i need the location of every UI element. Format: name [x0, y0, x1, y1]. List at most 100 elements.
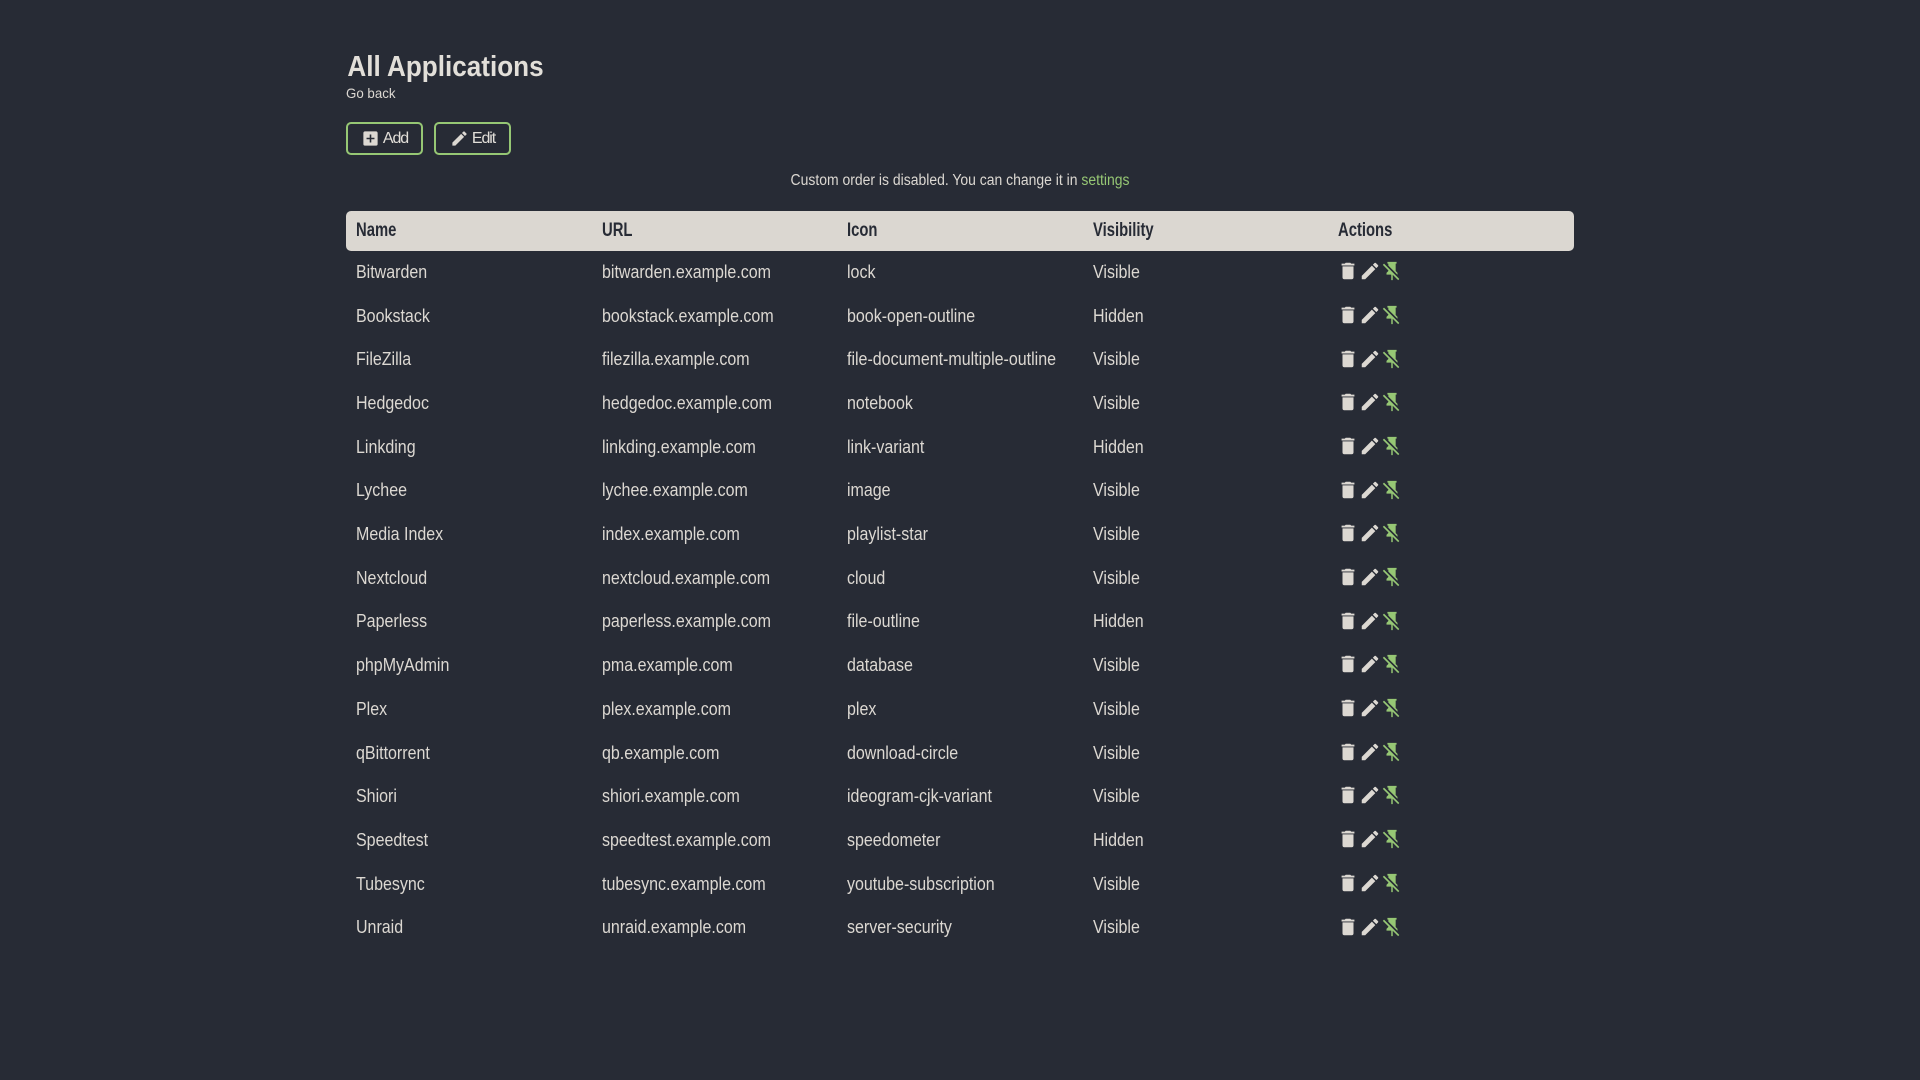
cell-visibility: Hidden [1083, 819, 1329, 863]
settings-page: All Applications Go back Add Edit Custom… [346, 0, 1574, 950]
unpin-icon[interactable] [1381, 522, 1403, 544]
unpin-icon[interactable] [1381, 610, 1403, 632]
column-header-actions-label: Actions [1338, 220, 1393, 242]
edit-icon[interactable] [1359, 348, 1381, 370]
edit-icon[interactable] [1359, 784, 1381, 806]
unpin-icon[interactable] [1381, 304, 1403, 326]
unpin-icon[interactable] [1381, 872, 1403, 894]
edit-icon[interactable] [1359, 653, 1381, 675]
cell-actions [1328, 295, 1574, 339]
cell-name: Bitwarden [346, 251, 592, 295]
edit-icon[interactable] [1359, 916, 1381, 938]
cell-url-text: unraid.example.com [601, 916, 746, 938]
delete-icon[interactable] [1337, 653, 1359, 675]
cell-name-text: Hedgedoc [356, 392, 429, 414]
unpin-icon[interactable] [1381, 828, 1403, 850]
row-actions [1328, 260, 1574, 286]
cell-name-text: Speedtest [356, 828, 429, 850]
table-row: Paperless paperless.example.com file-out… [346, 601, 1574, 645]
cell-visibility-text: Hidden [1092, 435, 1144, 457]
cell-icon: book-open-outline [837, 295, 1083, 339]
delete-icon[interactable] [1337, 697, 1359, 719]
delete-icon[interactable] [1337, 260, 1359, 282]
unpin-icon[interactable] [1381, 435, 1403, 457]
table-row: Bitwarden bitwarden.example.com lock Vis… [346, 251, 1574, 295]
pencil-icon [452, 131, 467, 146]
delete-icon[interactable] [1337, 916, 1359, 938]
cell-url-text: pma.example.com [601, 654, 733, 676]
settings-link[interactable]: settings [1081, 172, 1129, 189]
delete-icon[interactable] [1337, 872, 1359, 894]
unpin-icon[interactable] [1381, 916, 1403, 938]
cell-icon: lock [837, 251, 1083, 295]
cell-name-text: FileZilla [356, 348, 412, 370]
delete-icon[interactable] [1337, 610, 1359, 632]
cell-icon-text: link-variant [847, 435, 925, 457]
cell-visibility-text: Visible [1092, 566, 1140, 588]
cell-url: qb.example.com [592, 732, 838, 776]
cell-visibility: Visible [1083, 470, 1329, 514]
unpin-icon[interactable] [1381, 653, 1403, 675]
edit-icon[interactable] [1359, 697, 1381, 719]
delete-icon[interactable] [1337, 348, 1359, 370]
edit-icon[interactable] [1359, 391, 1381, 413]
edit-icon[interactable] [1359, 479, 1381, 501]
cell-icon-text: cloud [847, 566, 886, 588]
cell-icon-text: file-outline [847, 610, 921, 632]
cell-name-text: Bookstack [356, 304, 430, 326]
column-header-visibility-label: Visibility [1092, 220, 1154, 242]
delete-icon[interactable] [1337, 741, 1359, 763]
cell-url-text: nextcloud.example.com [601, 566, 770, 588]
edit-icon[interactable] [1359, 610, 1381, 632]
delete-icon[interactable] [1337, 304, 1359, 326]
table-row: FileZilla filezilla.example.com file-doc… [346, 339, 1574, 383]
edit-icon[interactable] [1359, 435, 1381, 457]
unpin-icon[interactable] [1381, 741, 1403, 763]
cell-actions [1328, 251, 1574, 295]
unpin-icon[interactable] [1381, 348, 1403, 370]
edit-icon[interactable] [1359, 741, 1381, 763]
edit-icon[interactable] [1359, 522, 1381, 544]
delete-icon[interactable] [1337, 435, 1359, 457]
add-button[interactable]: Add [346, 122, 423, 155]
cell-url: shiori.example.com [592, 776, 838, 820]
edit-icon[interactable] [1359, 872, 1381, 894]
edit-icon[interactable] [1359, 304, 1381, 326]
unpin-icon[interactable] [1381, 566, 1403, 588]
edit-icon[interactable] [1359, 566, 1381, 588]
cell-actions [1328, 557, 1574, 601]
cell-url: linkding.example.com [592, 426, 838, 470]
cell-icon: speedometer [837, 819, 1083, 863]
cell-url-text: speedtest.example.com [601, 828, 771, 850]
table-row: Unraid unraid.example.com server-securit… [346, 907, 1574, 951]
unpin-icon[interactable] [1381, 784, 1403, 806]
edit-icon[interactable] [1359, 828, 1381, 850]
go-back-link[interactable]: Go back [346, 85, 396, 101]
cell-visibility: Visible [1083, 863, 1329, 907]
unpin-icon[interactable] [1381, 391, 1403, 413]
custom-order-notice: Custom order is disabled. You can change… [407, 172, 1512, 190]
cell-actions [1328, 645, 1574, 689]
delete-icon[interactable] [1337, 479, 1359, 501]
cell-icon: link-variant [837, 426, 1083, 470]
delete-icon[interactable] [1337, 522, 1359, 544]
delete-icon[interactable] [1337, 391, 1359, 413]
cell-url: bitwarden.example.com [592, 251, 838, 295]
column-header-icon: Icon [837, 211, 1083, 252]
delete-icon[interactable] [1337, 566, 1359, 588]
cell-name: Paperless [346, 601, 592, 645]
cell-url-text: index.example.com [601, 523, 740, 545]
cell-url: hedgedoc.example.com [592, 382, 838, 426]
unpin-icon[interactable] [1381, 479, 1403, 501]
delete-icon[interactable] [1337, 828, 1359, 850]
unpin-icon[interactable] [1381, 697, 1403, 719]
table-row: Tubesync tubesync.example.com youtube-su… [346, 863, 1574, 907]
edit-button[interactable]: Edit [434, 122, 511, 155]
unpin-icon[interactable] [1381, 260, 1403, 282]
cell-visibility-text: Visible [1092, 872, 1140, 894]
cell-visibility-text: Visible [1092, 479, 1140, 501]
delete-icon[interactable] [1337, 784, 1359, 806]
cell-icon: file-outline [837, 601, 1083, 645]
edit-icon[interactable] [1359, 260, 1381, 282]
cell-icon-text: download-circle [847, 741, 959, 763]
